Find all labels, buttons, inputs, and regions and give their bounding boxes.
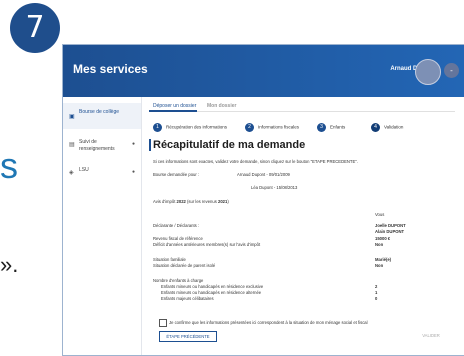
sidebar-item-bourse[interactable]: ▣ Bourse de collège	[63, 103, 141, 129]
previous-step-button[interactable]: ÉTAPE PRÉCÉDENTE	[159, 331, 217, 342]
intro-text: Si ces informations sont exactes, valide…	[153, 159, 358, 164]
step-number-badge: 7	[10, 3, 60, 53]
avis-impot: Avis d'impôt 2022 (sur les revenus 2021)	[153, 199, 229, 204]
validate-button[interactable]: VALIDER	[411, 331, 451, 340]
step-4: 4 Validation	[371, 123, 403, 132]
app-title: Mes services	[73, 62, 148, 76]
bourse-child-1: Arnaud Dupont - 09/01/2009	[237, 172, 290, 177]
sidebar-item-label: Bourse de collège	[79, 109, 120, 115]
revenu-value: 15000 €	[375, 236, 391, 241]
cropped-quote-fragment: ».	[0, 252, 19, 277]
parent-isole-value: Non	[375, 263, 384, 268]
enfants-row-label: Enfants majeurs célibataires	[161, 296, 214, 301]
tab-active-indicator	[149, 110, 197, 112]
app-window: Mes services Arnaud D. - ▣ Bourse de col…	[62, 44, 464, 356]
sidebar-item-label: Suivi de renseignements	[79, 139, 115, 152]
enfants-row-label: Enfants mineurs ou handicapés en résiden…	[161, 284, 264, 289]
situation-label: Situation familiale	[153, 257, 186, 262]
title-accent-bar	[149, 139, 151, 151]
sidebar: ▣ Bourse de collège ▤ Suivi de renseigne…	[63, 97, 142, 355]
tab-mon-dossier[interactable]: Mon dossier	[207, 103, 236, 109]
main-content: Déposer un dossier Mon dossier 1 Récupéra…	[149, 97, 459, 355]
deficit-value: Non	[375, 242, 384, 247]
revenu-label: Revenu fiscal de référence	[153, 236, 203, 241]
vous-header: Vous	[375, 212, 385, 217]
situation-value: Marié(e)	[375, 257, 392, 262]
chevron-icon: ●	[131, 141, 135, 147]
avatar[interactable]	[415, 59, 441, 85]
enfants-row-label: Enfants mineurs ou handicapés en résiden…	[161, 290, 262, 295]
step-3: 3 Enfants	[317, 123, 345, 132]
document-icon: ▤	[69, 142, 75, 148]
sidebar-item-label: LSU	[79, 167, 89, 173]
enfants-row-value: 0	[375, 296, 378, 301]
declarant-1: Joelle DUPONT	[375, 223, 406, 228]
tab-deposer[interactable]: Déposer un dossier	[153, 103, 196, 109]
confirm-checkbox[interactable]	[159, 319, 167, 327]
step-1: 1 Récupération des informations	[153, 123, 227, 132]
declarant-2: Alain DUPONT	[375, 229, 405, 234]
app-header: Mes services Arnaud D. -	[63, 45, 464, 97]
parent-isole-label: Situation déclarée de parent isolé	[153, 263, 216, 268]
page-title: Récapitulatif de ma demande	[153, 139, 306, 151]
declarants-label: Déclarante / Déclarants :	[153, 223, 200, 228]
enfants-row-value: 2	[375, 284, 378, 289]
school-icon: ▣	[69, 114, 75, 120]
confirm-label: Je confirme que les informations présent…	[169, 320, 368, 325]
bourse-child-2: Léa Dupont - 15/08/2013	[251, 185, 298, 190]
deficit-label: Déficit d'années antérieures membres(s) …	[153, 242, 261, 247]
enfants-row-value: 1	[375, 290, 378, 295]
account-menu-button[interactable]: -	[444, 63, 459, 78]
enfants-title: Nombre d'enfants à charge	[153, 278, 204, 283]
chevron-icon: ●	[131, 169, 135, 175]
step-2: 2 Informations fiscales	[245, 123, 299, 132]
book-icon: ◈	[69, 170, 74, 176]
cropped-text-fragment: s	[0, 145, 18, 186]
bourse-label: Bourse demandée pour :	[153, 172, 200, 177]
